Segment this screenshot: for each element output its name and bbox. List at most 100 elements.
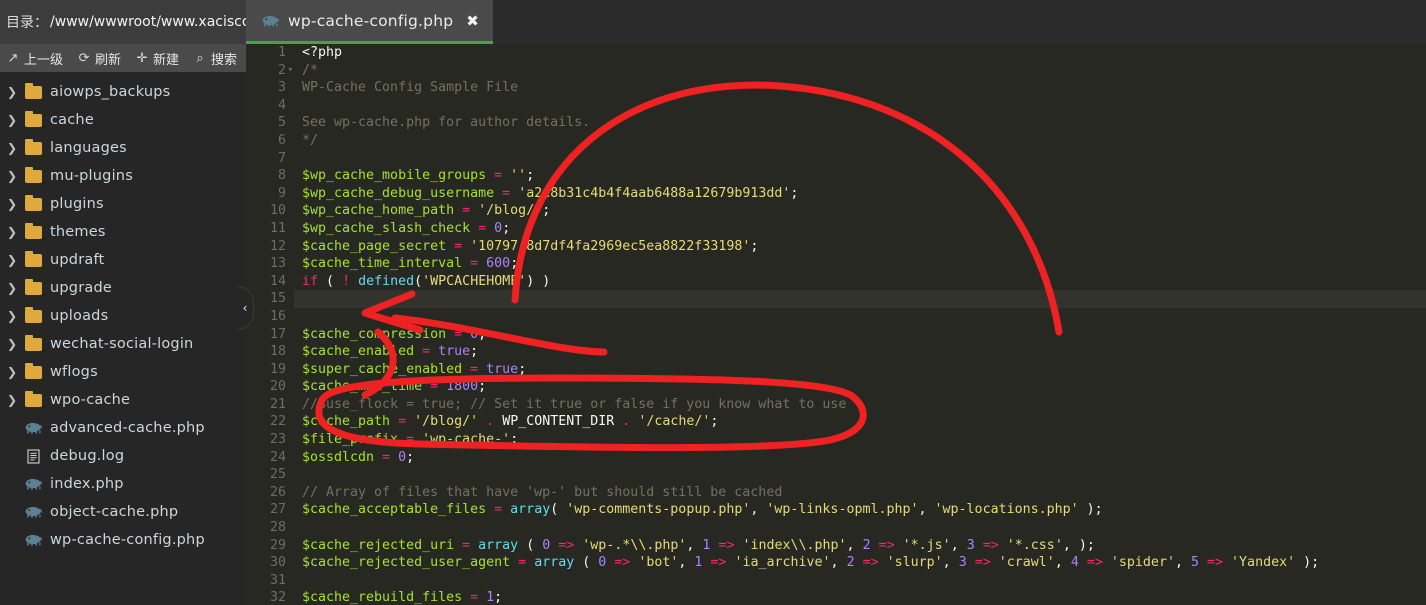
search-button[interactable]: ⌕ 搜索 <box>193 49 237 68</box>
code-line[interactable]: // Array of files that have 'wp-' but sh… <box>302 484 1426 502</box>
file-name: advanced-cache.php <box>50 420 205 436</box>
chevron-right-icon[interactable]: ❯ <box>4 337 20 351</box>
line-number: 30 <box>269 555 286 571</box>
line-number: 24 <box>269 449 286 465</box>
file-name: aiowps_backups <box>50 84 171 100</box>
code-line[interactable] <box>302 519 1426 537</box>
code-line[interactable]: $cache_time_interval = 600; <box>302 255 1426 273</box>
chevron-right-icon[interactable]: ❯ <box>4 85 20 99</box>
code-line[interactable]: $file_prefix = 'wp-cache-'; <box>302 431 1426 449</box>
code-line[interactable]: //$use_flock = true; // Set it true or f… <box>302 396 1426 414</box>
file-list-item[interactable]: ❯ wflogs <box>0 358 246 386</box>
code-line[interactable] <box>302 97 1426 115</box>
code-line[interactable]: $super_cache_enabled = true; <box>302 361 1426 379</box>
code-line[interactable]: $cache_rejected_uri = array ( 0 => 'wp-.… <box>302 537 1426 555</box>
close-icon[interactable]: ✖ <box>466 12 479 30</box>
folder-icon <box>20 362 46 379</box>
code-line[interactable]: $cache_enabled = true; <box>302 343 1426 361</box>
new-button[interactable]: ✛ 新建 <box>135 49 179 68</box>
file-list-item[interactable]: ❯object-cache.php <box>0 498 246 526</box>
file-list-item[interactable]: ❯ plugins <box>0 190 246 218</box>
refresh-button[interactable]: ⟳ 刷新 <box>77 49 121 68</box>
code-line[interactable]: $cache_rebuild_files = 1; <box>302 589 1426 605</box>
file-list-item[interactable]: ❯advanced-cache.php <box>0 414 246 442</box>
chevron-right-icon[interactable]: ❯ <box>4 281 20 295</box>
code-line[interactable] <box>302 572 1426 590</box>
code-line[interactable]: $wp_cache_mobile_groups = ''; <box>302 167 1426 185</box>
file-list-item[interactable]: ❯ wpo-cache <box>0 386 246 414</box>
line-number: 7 <box>277 150 286 166</box>
file-toolbar: ↗ 上一级 ⟳ 刷新 ✛ 新建 ⌕ 搜索 <box>0 44 246 72</box>
file-list-item[interactable]: ❯index.php <box>0 470 246 498</box>
plus-icon: ✛ <box>136 50 148 66</box>
code-line[interactable]: $wp_cache_home_path = '/blog/'; <box>302 202 1426 220</box>
folder-icon <box>20 222 46 239</box>
file-list-item[interactable]: ❯wp-cache-config.php <box>0 526 246 554</box>
code-line[interactable] <box>302 150 1426 168</box>
code-line[interactable]: /* <box>302 62 1426 80</box>
file-list-item[interactable]: ❯ aiowps_backups <box>0 78 246 106</box>
file-list-item[interactable]: ❯ cache <box>0 106 246 134</box>
code-content[interactable]: <?php/* WP-Cache Config Sample File See w… <box>294 44 1426 605</box>
chevron-right-icon[interactable]: ❯ <box>4 393 20 407</box>
chevron-right-icon[interactable]: ❯ <box>4 141 20 155</box>
active-line-highlight <box>294 290 1426 308</box>
fold-toggle-icon[interactable]: ▾ <box>288 62 293 80</box>
chevron-right-icon[interactable]: ❯ <box>4 309 20 323</box>
code-line[interactable]: $cache_compression = 0; <box>302 326 1426 344</box>
tab-wp-cache-config-php[interactable]: wp-cache-config.php ✖ <box>246 0 493 44</box>
code-line[interactable] <box>302 466 1426 484</box>
search-icon: ⌕ <box>196 50 204 66</box>
up-level-button[interactable]: ↗ 上一级 <box>6 49 63 68</box>
line-number: 28 <box>269 520 286 536</box>
chevron-right-icon[interactable]: ❯ <box>4 113 20 127</box>
file-list-item[interactable]: ❯ uploads <box>0 302 246 330</box>
line-number: 13 <box>269 256 286 272</box>
file-name: languages <box>50 140 127 156</box>
code-line[interactable]: See wp-cache.php for author details. <box>302 114 1426 132</box>
file-name: upgrade <box>50 280 112 296</box>
code-editor[interactable]: 1 2 ▾ 3 4 5 6 7 8 9 10 11 12 13 14 15 16 17 18 19 20 21 22 23 24… <box>246 44 1426 605</box>
file-list-item[interactable]: ❯ upgrade <box>0 274 246 302</box>
code-line[interactable]: $cache_page_secret = '10797 8d7df4fa2969… <box>302 238 1426 256</box>
code-line[interactable]: <?php <box>302 44 1426 62</box>
code-line[interactable] <box>302 308 1426 326</box>
file-list-item[interactable]: ❯ mu-plugins <box>0 162 246 190</box>
php-elephant-icon <box>20 506 46 518</box>
code-line[interactable]: $wp_cache_debug_username = 'a2e8b31c4b4f… <box>302 185 1426 203</box>
file-name: debug.log <box>50 448 125 464</box>
file-name: cache <box>50 112 94 128</box>
current-path-bar[interactable]: 目录： /www/wwwroot/www.xacisco.ne... <box>0 0 246 44</box>
line-number: 2 ▾ <box>277 62 293 78</box>
file-list: ❯ aiowps_backups ❯ cache ❯ languages ❯ mu-plugi… <box>0 72 246 605</box>
file-name: object-cache.php <box>50 504 179 520</box>
code-line[interactable]: $cache_acceptable_files = array( 'wp-com… <box>302 501 1426 519</box>
code-line[interactable]: */ <box>302 132 1426 150</box>
php-elephant-icon <box>20 478 46 490</box>
code-line[interactable]: $wp_cache_slash_check = 0; <box>302 220 1426 238</box>
line-number: 32 <box>269 590 286 605</box>
tab-title: wp-cache-config.php <box>288 11 454 30</box>
chevron-right-icon[interactable]: ❯ <box>4 197 20 211</box>
file-list-item[interactable]: ❯ themes <box>0 218 246 246</box>
code-line[interactable]: $ossdlcdn = 0; <box>302 449 1426 467</box>
file-list-item[interactable]: ❯ wechat-social-login <box>0 330 246 358</box>
chevron-right-icon[interactable]: ❯ <box>4 365 20 379</box>
file-name: plugins <box>50 196 104 212</box>
chevron-right-icon[interactable]: ❯ <box>4 253 20 267</box>
line-number: 27 <box>269 502 286 518</box>
code-line[interactable]: $cache_path = '/blog/' . WP_CONTENT_DIR … <box>302 413 1426 431</box>
line-number: 14 <box>269 273 286 289</box>
folder-icon <box>20 390 46 407</box>
chevron-right-icon[interactable]: ❯ <box>4 225 20 239</box>
file-list-item[interactable]: ❯debug.log <box>0 442 246 470</box>
code-line[interactable]: WP-Cache Config Sample File <box>302 79 1426 97</box>
folder-icon <box>20 166 46 183</box>
code-line[interactable]: if ( ! defined('WPCACHEHOME') ) <box>302 273 1426 291</box>
code-line[interactable]: $cache_max_time = 1800; <box>302 378 1426 396</box>
file-list-item[interactable]: ❯ updraft <box>0 246 246 274</box>
chevron-right-icon[interactable]: ❯ <box>4 169 20 183</box>
file-list-item[interactable]: ❯ languages <box>0 134 246 162</box>
code-line[interactable]: $cache_rejected_user_agent = array ( 0 =… <box>302 554 1426 572</box>
path-value: /www/wwwroot/www.xacisco.ne... <box>50 14 246 30</box>
